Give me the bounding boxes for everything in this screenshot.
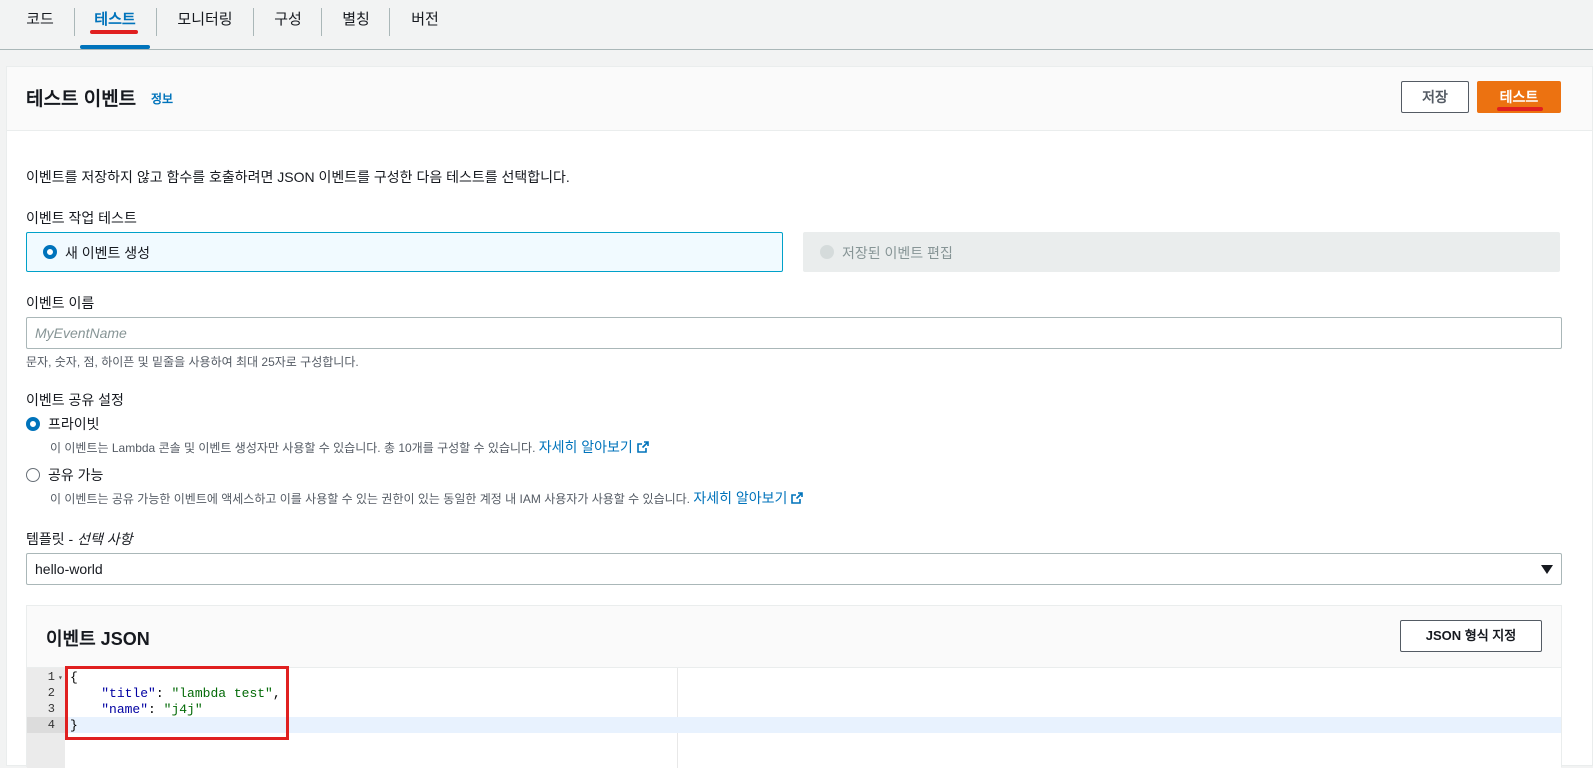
edit-saved-event-option: 저장된 이벤트 편집 [803,232,1560,272]
annotation-box [65,666,289,740]
shareable-radio[interactable] [26,468,40,482]
learn-more-link[interactable]: 자세히 알아보기 [693,490,804,506]
tab-label: 코드 [26,11,54,28]
template-value: hello-world [35,561,103,577]
info-link[interactable]: 정보 [151,90,173,107]
json-editor[interactable]: 1 ▾ 2 3 4 { "title": "lambda test", "nam… [27,666,1561,768]
test-event-card: 테스트 이벤트 정보 저장 테스트 이벤트를 저장하지 않고 함수를 호출하려면… [6,66,1593,768]
line-number: 1 [47,670,55,684]
shareable-label[interactable]: 공유 가능 [48,465,103,485]
line-number: 2 [47,686,55,700]
event-name-label: 이벤트 이름 [26,295,95,311]
event-action-label: 이벤트 작업 테스트 [26,210,137,226]
tab-label: 구성 [274,11,302,28]
tab-code[interactable]: 코드 [18,0,62,48]
format-json-button[interactable]: JSON 형식 지정 [1400,620,1542,652]
radio-disabled-icon [820,245,834,259]
tab-label: 별칭 [342,11,370,28]
line-number: 3 [47,702,55,716]
event-json-panel: 이벤트 JSON JSON 형식 지정 1 ▾ 2 3 4 { "title":… [26,605,1562,768]
template-label: 템플릿 - 선택 사항 [26,529,133,549]
radio-selected-icon [43,245,57,259]
save-button[interactable]: 저장 [1401,81,1469,113]
tab-aliases[interactable]: 별칭 [334,0,378,48]
card-header: 테스트 이벤트 정보 저장 테스트 [7,67,1592,131]
description-text: 이벤트를 저장하지 않고 함수를 호출하려면 JSON 이벤트를 구성한 다음 … [26,169,570,185]
event-name-hint: 문자, 숫자, 점, 하이픈 및 밑줄을 사용하여 최대 25자로 구성합니다. [26,355,359,369]
tab-divider [389,8,390,36]
template-label-text: 템플릿 - [26,531,78,547]
active-line-highlight [65,717,1561,733]
tab-label: 테스트 [94,11,136,28]
tab-divider [74,8,75,36]
learn-more-text: 자세히 알아보기 [538,439,633,455]
new-event-option[interactable]: 새 이벤트 생성 [26,232,783,272]
annotation-underline [90,30,138,34]
caret-down-icon [1541,565,1553,574]
tab-divider [321,8,322,36]
tab-bar: 코드 테스트 모니터링 구성 별칭 버전 [0,0,1593,50]
template-select[interactable]: hello-world [26,553,1562,585]
tab-label: 모니터링 [177,11,233,28]
event-json-title: 이벤트 JSON [46,629,150,649]
option-label: 저장된 이벤트 편집 [842,245,953,261]
external-link-icon [791,492,804,504]
tab-monitoring[interactable]: 모니터링 [170,0,240,48]
template-optional-text: 선택 사항 [77,531,133,547]
tab-divider [253,8,254,36]
private-radio[interactable] [26,417,40,431]
tab-label: 버전 [411,11,439,28]
tab-versions[interactable]: 버전 [403,0,447,48]
shareable-description: 이 이벤트는 공유 가능한 이벤트에 액세스하고 이를 사용할 수 있는 권한이… [50,488,804,508]
line-number: 4 [47,718,55,732]
tab-test[interactable]: 테스트 [82,0,148,48]
external-link-icon [637,441,649,453]
learn-more-text: 자세히 알아보기 [693,490,788,506]
private-desc-text: 이 이벤트는 Lambda 콘솔 및 이벤트 생성자만 사용할 수 있습니다. … [50,441,536,455]
annotation-underline [1497,107,1543,111]
private-label[interactable]: 프라이빗 [48,414,100,434]
sharing-label: 이벤트 공유 설정 [26,392,124,408]
fold-arrow-icon[interactable]: ▾ [58,673,63,683]
learn-more-link[interactable]: 자세히 알아보기 [539,439,649,455]
event-json-header: 이벤트 JSON JSON 형식 지정 [27,606,1561,668]
tab-configuration[interactable]: 구성 [266,0,310,48]
option-label: 새 이벤트 생성 [65,245,151,261]
event-name-input[interactable] [26,317,1562,349]
tab-divider [156,8,157,36]
shareable-desc-text: 이 이벤트는 공유 가능한 이벤트에 액세스하고 이를 사용할 수 있는 권한이… [50,492,691,506]
card-title: 테스트 이벤트 [26,89,137,110]
private-description: 이 이벤트는 Lambda 콘솔 및 이벤트 생성자만 사용할 수 있습니다. … [50,437,649,457]
